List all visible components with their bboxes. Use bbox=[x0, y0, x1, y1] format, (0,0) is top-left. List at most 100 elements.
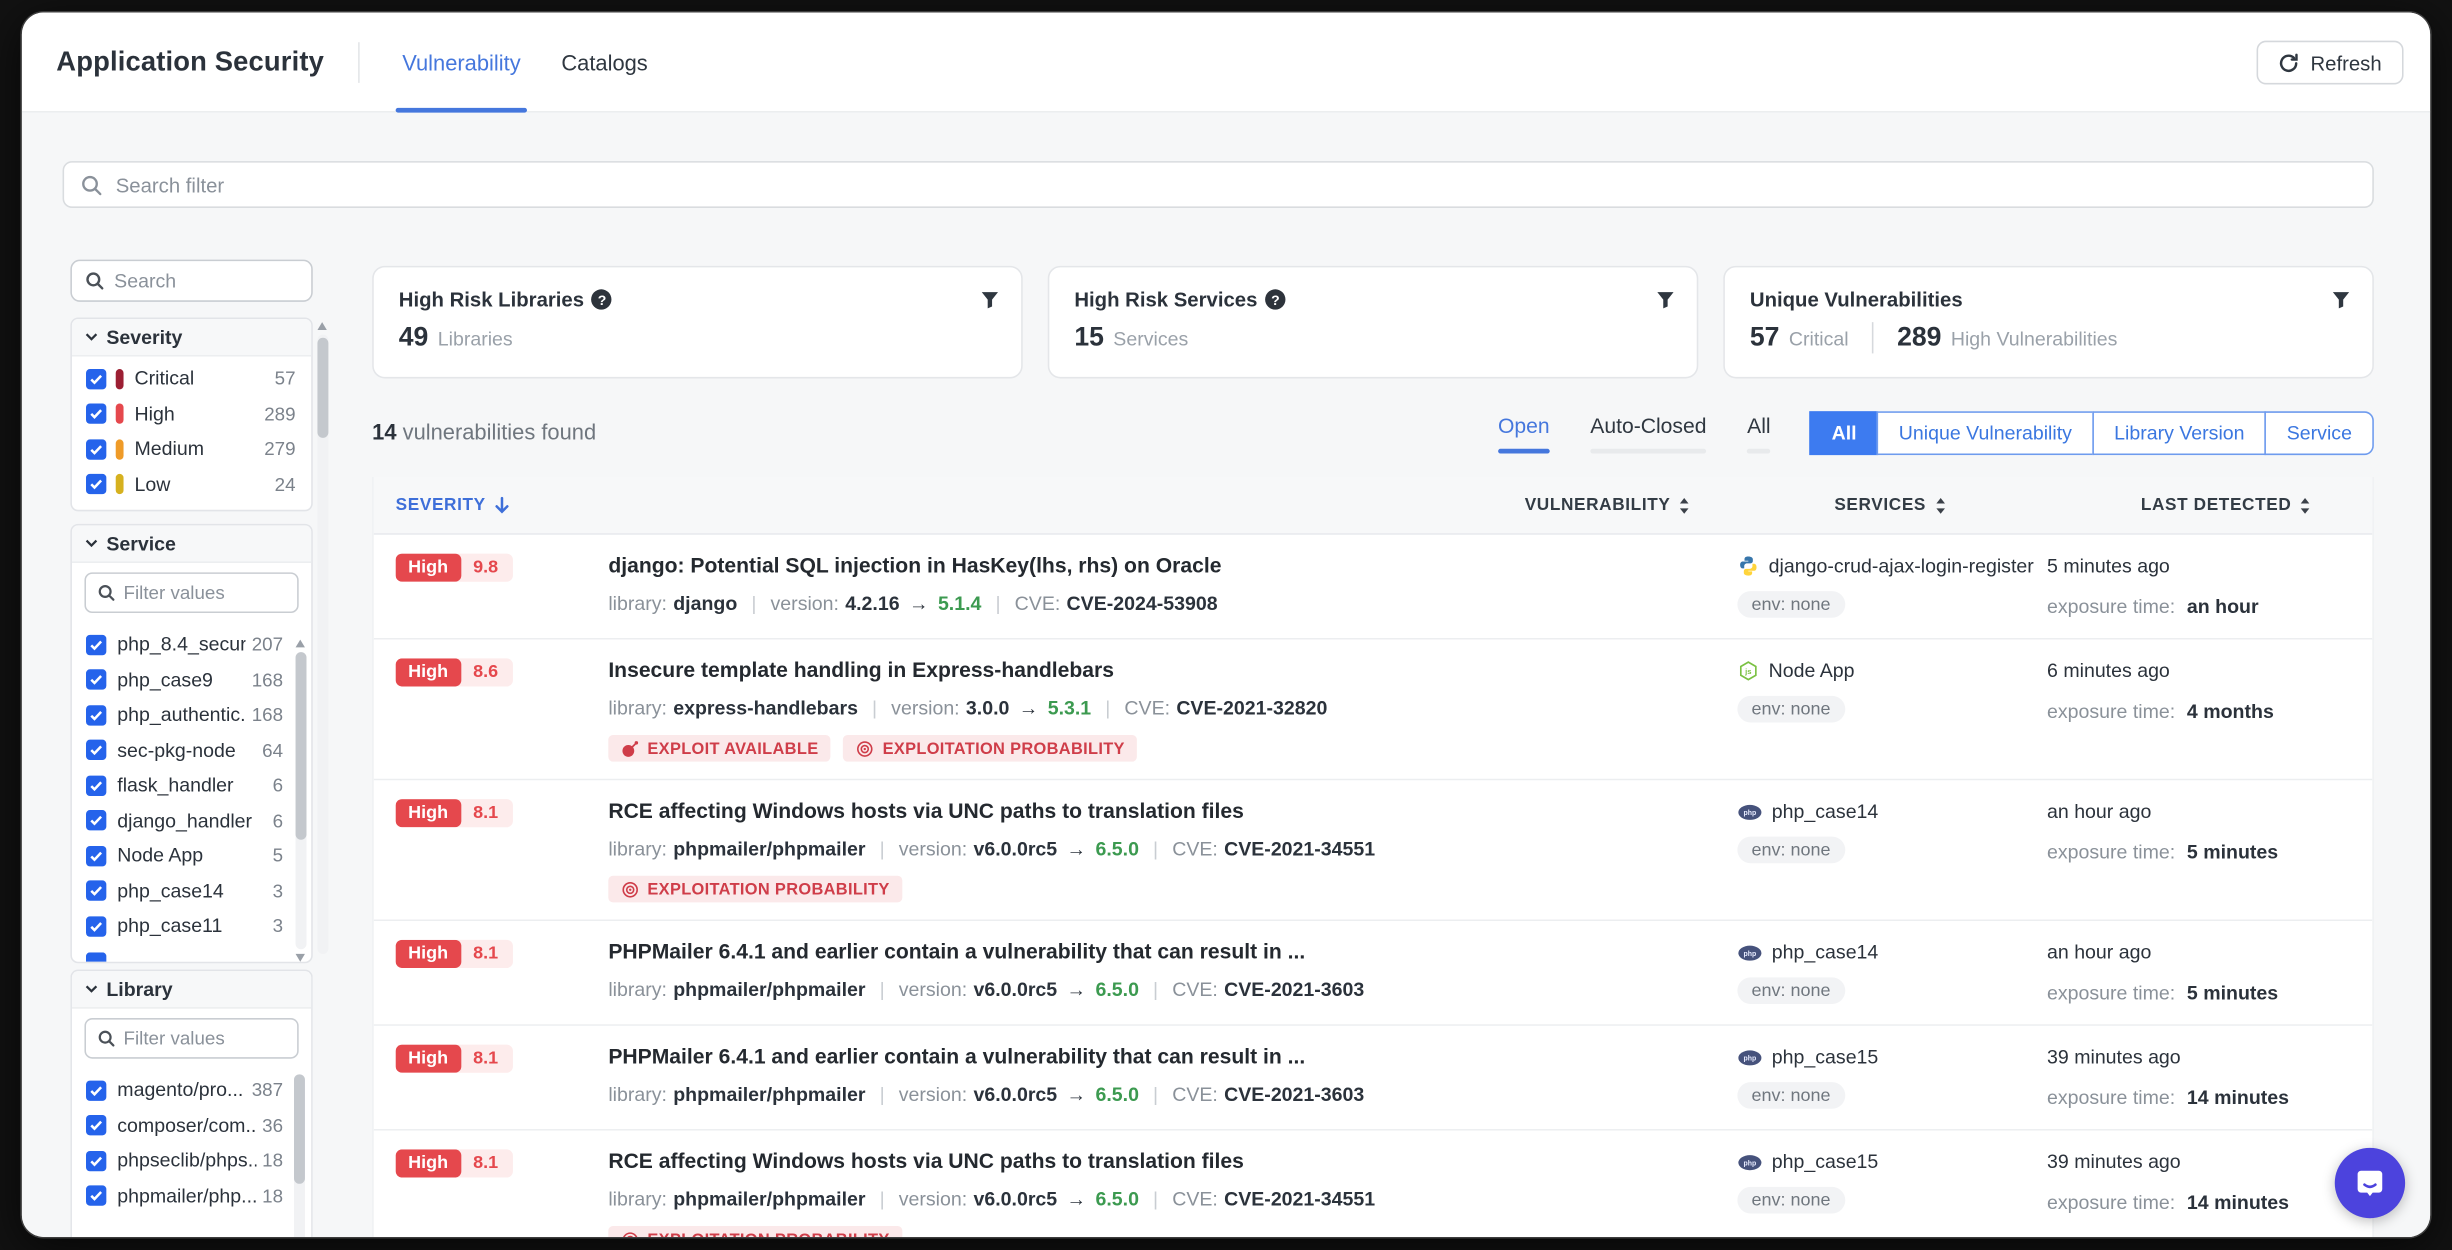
header-tab[interactable]: Vulnerability bbox=[382, 13, 541, 112]
checkbox-checked[interactable] bbox=[86, 1186, 106, 1206]
vulnerability-flag-badge: EXPLOIT AVAILABLE bbox=[608, 735, 831, 762]
column-header[interactable]: Severity bbox=[396, 496, 1525, 515]
checkbox-checked[interactable] bbox=[86, 740, 106, 760]
service-link[interactable]: php php_case15 bbox=[1737, 1148, 2047, 1176]
card-stat: 49Libraries bbox=[399, 322, 513, 353]
search-filter-input[interactable] bbox=[116, 173, 2357, 196]
service-filter-item[interactable]: php_case9 168 bbox=[72, 662, 311, 697]
checkbox-checked[interactable] bbox=[86, 1115, 106, 1135]
table-row[interactable]: High8.1 PHPMailer 6.4.1 and earlier cont… bbox=[374, 921, 2373, 1026]
checkbox-checked[interactable] bbox=[86, 846, 106, 866]
library-filter-item[interactable]: magento/pro... 387 bbox=[72, 1073, 311, 1108]
page-title: Application Security bbox=[56, 45, 324, 78]
service-link[interactable]: django-crud-ajax-login-register bbox=[1737, 552, 2047, 580]
library-list-scrollbar[interactable] bbox=[294, 1074, 305, 1237]
service-filter-item[interactable]: php_8.4_secur... 207 bbox=[72, 627, 311, 662]
service-section-header[interactable]: Service bbox=[72, 525, 311, 563]
severity-color-pill bbox=[116, 474, 124, 494]
table-row[interactable]: High8.6 Insecure template handling in Ex… bbox=[374, 640, 2373, 781]
service-filter-item[interactable]: django_handler 6 bbox=[72, 803, 311, 838]
service-filter-item[interactable]: flask_handler 6 bbox=[72, 768, 311, 803]
severity-filter-item[interactable]: High 289 bbox=[72, 396, 311, 431]
filter-funnel-icon[interactable] bbox=[981, 290, 1000, 309]
status-tab[interactable]: Open bbox=[1498, 414, 1550, 453]
service-filter-input[interactable] bbox=[124, 582, 287, 604]
checkbox-checked[interactable] bbox=[86, 881, 106, 901]
view-mode-button[interactable]: Unique Vulnerability bbox=[1877, 411, 2094, 455]
checkbox-checked[interactable] bbox=[86, 670, 106, 690]
checkbox-checked[interactable] bbox=[86, 369, 106, 389]
env-badge: env: none bbox=[1737, 696, 1844, 723]
severity-badge: High8.1 bbox=[396, 940, 513, 968]
column-header[interactable]: Last detected bbox=[2141, 496, 2312, 515]
vulnerability-title[interactable]: RCE affecting Windows hosts via UNC path… bbox=[608, 798, 1737, 826]
service-link[interactable]: php php_case14 bbox=[1737, 798, 2047, 826]
sidebar-search-input[interactable] bbox=[114, 270, 299, 292]
library-filter-input[interactable] bbox=[124, 1027, 287, 1049]
search-icon bbox=[84, 271, 104, 291]
column-header[interactable]: Services bbox=[1834, 496, 2141, 515]
service-filter-item[interactable]: sec-pkg-node 64 bbox=[72, 733, 311, 768]
vulnerability-title[interactable]: PHPMailer 6.4.1 and earlier contain a vu… bbox=[608, 938, 1737, 966]
checkbox-checked[interactable] bbox=[86, 810, 106, 830]
service-filter-item[interactable]: php_authentic... 168 bbox=[72, 697, 311, 732]
severity-filter-item[interactable]: Low 24 bbox=[72, 467, 311, 502]
help-icon[interactable]: ? bbox=[592, 289, 612, 309]
item-count: 5 bbox=[273, 845, 283, 867]
service-link[interactable]: php php_case14 bbox=[1737, 938, 2047, 966]
card-stat: 289High Vulnerabilities bbox=[1872, 322, 2117, 353]
view-mode-button[interactable]: All bbox=[1810, 411, 1879, 455]
severity-filter-item[interactable]: Medium 279 bbox=[72, 432, 311, 467]
chevron-down-icon bbox=[84, 330, 98, 344]
service-filter-item[interactable]: php_case14 3 bbox=[72, 873, 311, 908]
status-tab[interactable]: Auto-Closed bbox=[1590, 414, 1706, 453]
filter-funnel-icon[interactable] bbox=[1656, 290, 1675, 309]
checkbox-checked[interactable] bbox=[86, 1151, 106, 1171]
last-detected-time: 5 minutes ago bbox=[2047, 552, 2354, 580]
table-row[interactable]: High9.8 django: Potential SQL injection … bbox=[374, 535, 2373, 640]
table-row[interactable]: High8.1 RCE affecting Windows hosts via … bbox=[374, 1131, 2373, 1237]
item-count: 289 bbox=[264, 403, 295, 425]
checkbox-checked[interactable] bbox=[86, 775, 106, 795]
sort-icon bbox=[1678, 497, 1691, 514]
library-filter-item[interactable]: phpseclib/phps... 18 bbox=[72, 1143, 311, 1178]
checkbox-checked[interactable] bbox=[86, 474, 106, 494]
service-list-scrollbar[interactable] bbox=[296, 652, 307, 949]
vulnerability-title[interactable]: Insecure template handling in Express-ha… bbox=[608, 657, 1737, 685]
chat-widget-button[interactable] bbox=[2335, 1148, 2405, 1218]
tab-underline bbox=[1498, 449, 1550, 454]
vulnerability-title[interactable]: django: Potential SQL injection in HasKe… bbox=[608, 552, 1737, 580]
vulnerability-title[interactable]: PHPMailer 6.4.1 and earlier contain a vu… bbox=[608, 1043, 1737, 1071]
library-panel: Library magento/pro... 387 bbox=[70, 970, 312, 1237]
last-detected-time: 39 minutes ago bbox=[2047, 1148, 2354, 1176]
service-link[interactable]: js Node App bbox=[1737, 657, 2047, 685]
checkbox-checked[interactable] bbox=[86, 404, 106, 424]
header-tab[interactable]: Catalogs bbox=[541, 13, 668, 112]
library-section-header[interactable]: Library bbox=[72, 971, 311, 1009]
refresh-button[interactable]: Refresh bbox=[2257, 41, 2403, 85]
help-icon[interactable]: ? bbox=[1265, 289, 1285, 309]
severity-filter-item[interactable]: Critical 57 bbox=[72, 361, 311, 396]
checkbox-checked[interactable] bbox=[86, 635, 106, 655]
checkbox-checked[interactable] bbox=[86, 705, 106, 725]
checkbox-checked[interactable] bbox=[86, 1080, 106, 1100]
column-header[interactable]: Vulnerability bbox=[1525, 496, 1835, 515]
checkbox-checked[interactable] bbox=[86, 916, 106, 936]
service-filter-item[interactable]: php_case11 3 bbox=[72, 909, 311, 944]
table-row[interactable]: High8.1 PHPMailer 6.4.1 and earlier cont… bbox=[374, 1026, 2373, 1131]
library-filter-item[interactable]: phpmailer/php... 18 bbox=[72, 1178, 311, 1213]
status-tab[interactable]: All bbox=[1747, 414, 1770, 453]
view-mode-button[interactable]: Service bbox=[2265, 411, 2374, 455]
severity-section-header[interactable]: Severity bbox=[72, 319, 311, 357]
checkbox-checked[interactable] bbox=[86, 439, 106, 459]
service-link[interactable]: php php_case15 bbox=[1737, 1043, 2047, 1071]
filter-funnel-icon[interactable] bbox=[2332, 290, 2351, 309]
table-row[interactable]: High8.1 RCE affecting Windows hosts via … bbox=[374, 780, 2373, 921]
view-mode-button[interactable]: Library Version bbox=[2092, 411, 2266, 455]
severity-badge: High9.8 bbox=[396, 554, 513, 582]
sidebar-scrollbar[interactable] bbox=[317, 335, 328, 954]
vulnerability-title[interactable]: RCE affecting Windows hosts via UNC path… bbox=[608, 1148, 1737, 1176]
stat-card: Unique Vulnerabilities 57Critical 289Hig… bbox=[1723, 266, 2374, 379]
service-filter-item[interactable]: Node App 5 bbox=[72, 838, 311, 873]
library-filter-item[interactable]: composer/com... 36 bbox=[72, 1108, 311, 1143]
